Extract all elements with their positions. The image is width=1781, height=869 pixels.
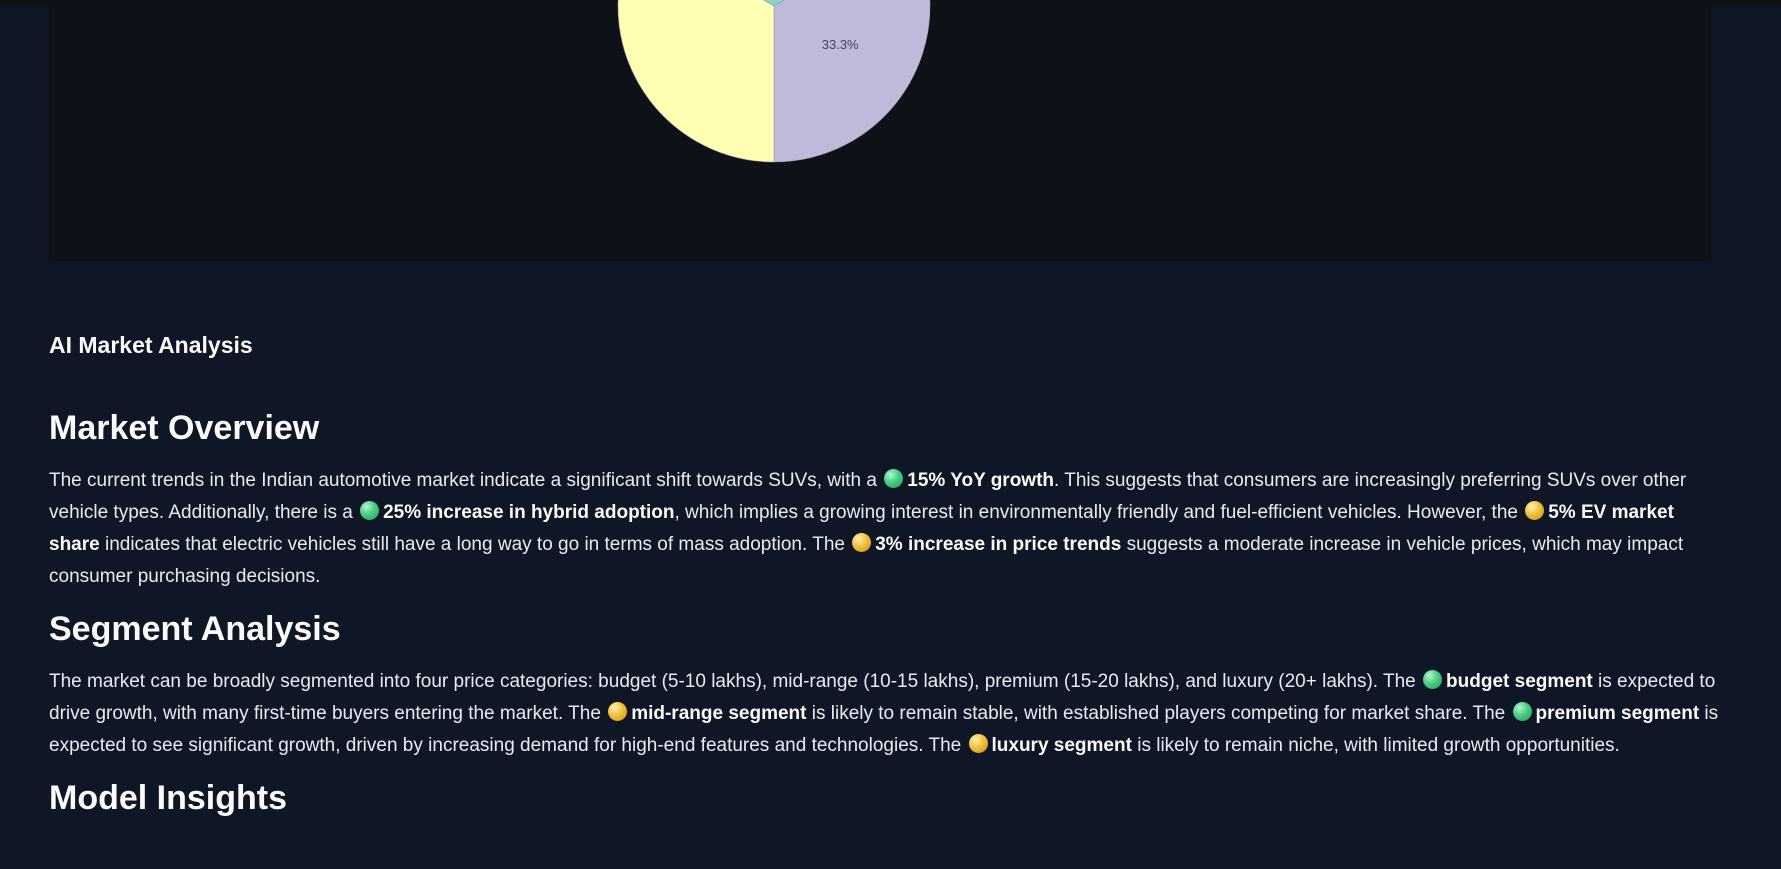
pie-chart: 33.3% — [617, 0, 931, 163]
green-circle-icon — [1512, 702, 1532, 721]
pie-slice[interactable] — [773, 0, 931, 163]
green-circle-icon — [884, 469, 904, 488]
model-insights-title: Model Insights — [49, 779, 287, 817]
pie-slice-label: 33.3% — [822, 37, 859, 52]
market-overview-title: Market Overview — [49, 409, 320, 447]
highlight-text: budget segment — [1446, 671, 1593, 692]
market-overview-paragraph: The current trends in the Indian automot… — [49, 465, 1719, 593]
paragraph-text: is likely to remain niche, with limited … — [1131, 735, 1620, 756]
paragraph-text: The market can be broadly segmented into… — [49, 671, 1422, 692]
highlight-text: mid-range segment — [631, 703, 807, 724]
segment-analysis-title: Segment Analysis — [49, 610, 341, 648]
highlight-text: luxury segment — [991, 735, 1132, 756]
green-circle-icon — [360, 501, 380, 520]
paragraph-text: , which implies a growing interest in en… — [674, 502, 1524, 523]
paragraph-text: indicates that electric vehicles still h… — [99, 534, 851, 555]
yellow-circle-icon — [608, 702, 628, 721]
highlight-text: 25% increase in hybrid adoption — [383, 502, 675, 523]
pie-slice[interactable] — [617, 0, 775, 163]
paragraph-text: The current trends in the Indian automot… — [49, 470, 883, 491]
yellow-circle-icon — [1525, 501, 1545, 520]
highlight-text: 15% YoY growth — [907, 470, 1055, 491]
analysis-content: AI Market Analysis Market Overview The c… — [49, 325, 1719, 818]
paragraph-text: is likely to remain stable, with establi… — [806, 703, 1511, 724]
segment-analysis-paragraph: The market can be broadly segmented into… — [49, 666, 1719, 762]
ai-analysis-heading: AI Market Analysis — [49, 332, 253, 358]
yellow-circle-icon — [968, 734, 988, 753]
highlight-text: premium segment — [1535, 703, 1700, 724]
highlight-text: 3% increase in price trends — [875, 534, 1122, 555]
green-circle-icon — [1423, 670, 1443, 689]
yellow-circle-icon — [852, 533, 872, 552]
pie-chart-panel: 33.3% — [49, 0, 1711, 261]
